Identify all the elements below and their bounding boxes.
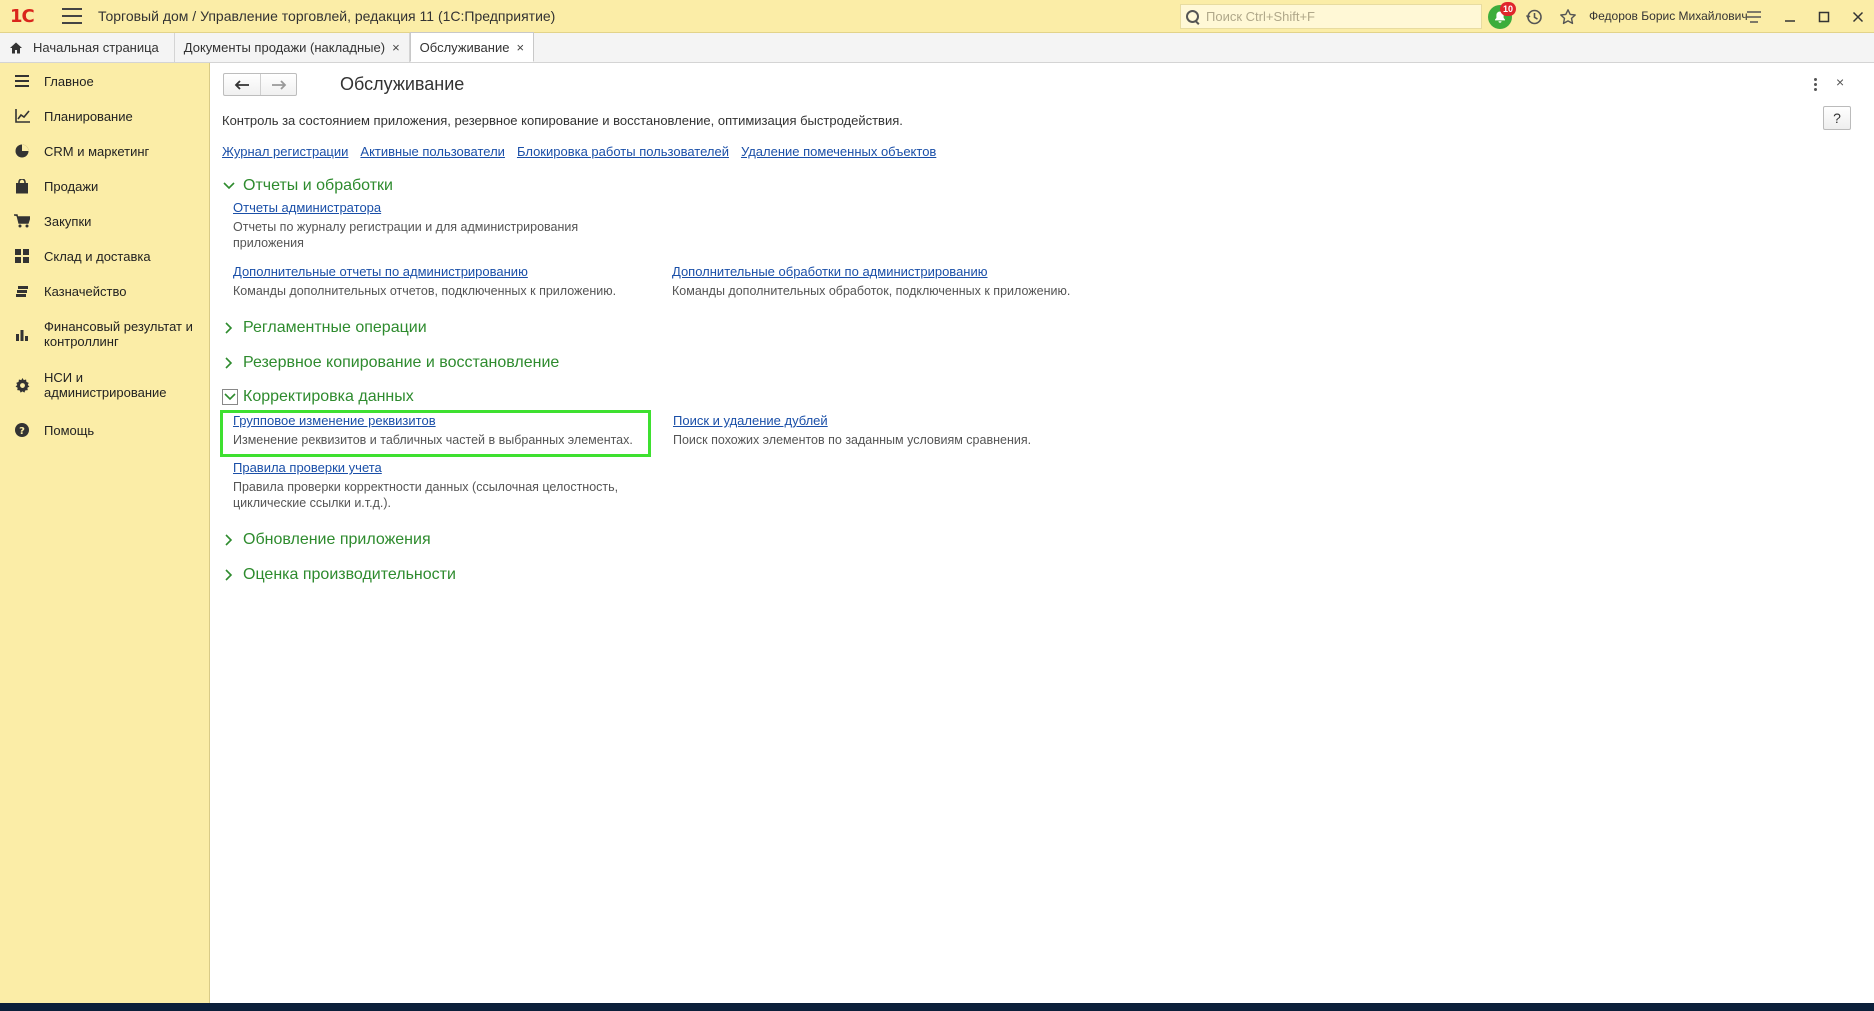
item-group-attribute-change: Групповое изменение реквизитов Изменение… <box>233 413 653 448</box>
link-delete-marked[interactable]: Удаление помеченных объектов <box>741 144 936 159</box>
chevron-down-icon <box>222 389 238 405</box>
back-arrow-icon[interactable] <box>224 74 260 95</box>
pie-chart-icon <box>14 143 30 159</box>
question-icon: ? <box>14 422 30 438</box>
item-description: Команды дополнительных обработок, подклю… <box>672 284 1071 298</box>
page-title: Обслуживание <box>340 74 465 94</box>
forward-arrow-icon[interactable] <box>260 74 296 95</box>
item-accounting-check-rules: Правила проверки учета Правила проверки … <box>233 460 653 511</box>
link-admin-reports[interactable]: Отчеты администратора <box>233 200 381 215</box>
search-input[interactable] <box>1206 9 1481 24</box>
link-accounting-check-rules[interactable]: Правила проверки учета <box>233 460 382 475</box>
link-event-log[interactable]: Журнал регистрации <box>222 144 348 159</box>
link-extra-reports[interactable]: Дополнительные отчеты по администрирован… <box>233 264 528 279</box>
item-extra-processing: Дополнительные обработки по администриро… <box>672 264 1152 299</box>
search-icon <box>1186 9 1200 24</box>
link-block-users[interactable]: Блокировка работы пользователей <box>517 144 729 159</box>
favorites-star-icon[interactable] <box>1558 7 1578 27</box>
help-button[interactable]: ? <box>1823 106 1851 130</box>
user-name[interactable]: Федоров Борис Михайлович <box>1589 9 1748 23</box>
history-icon[interactable] <box>1524 7 1544 27</box>
page-description: Контроль за состоянием приложения, резер… <box>222 113 903 128</box>
sidebar-item-sales[interactable]: Продажи <box>0 176 98 196</box>
tab-sales-documents[interactable]: Документы продажи (накладные) × <box>175 33 410 62</box>
menu-lines-icon <box>14 73 30 89</box>
sidebar-item-nsi-admin[interactable]: НСИ и администрирование <box>0 368 169 402</box>
main-content: Обслуживание × ? Контроль за состоянием … <box>211 63 1874 1003</box>
item-admin-reports: Отчеты администратора Отчеты по журналу … <box>233 200 653 251</box>
sidebar-item-main[interactable]: Главное <box>0 71 94 91</box>
chevron-right-icon <box>222 568 236 582</box>
coins-icon <box>14 283 30 299</box>
tab-close-icon[interactable]: × <box>516 40 524 55</box>
tab-label: Начальная страница <box>33 40 159 55</box>
chevron-down-icon <box>222 179 236 193</box>
settings-menu-icon[interactable] <box>1743 6 1765 28</box>
section-app-update[interactable]: Обновление приложения <box>222 531 431 549</box>
item-description: Команды дополнительных отчетов, подключе… <box>233 284 617 298</box>
minimize-icon[interactable] <box>1779 6 1801 28</box>
tab-label: Документы продажи (накладные) <box>183 40 386 55</box>
bar-chart-icon <box>14 326 30 342</box>
chevron-right-icon <box>222 533 236 547</box>
tab-home[interactable]: Начальная страница <box>0 33 175 62</box>
tab-label: Обслуживание <box>419 39 510 55</box>
global-search[interactable] <box>1180 4 1482 29</box>
title-bar: 1С Торговый дом / Управление торговлей, … <box>0 0 1874 33</box>
item-description: Правила проверки корректности данных (сс… <box>233 480 619 510</box>
app-logo[interactable]: 1С <box>10 5 48 27</box>
sidebar-item-help[interactable]: ? Помощь <box>0 420 94 440</box>
chevron-right-icon <box>222 356 236 370</box>
section-performance[interactable]: Оценка производительности <box>222 566 456 584</box>
sidebar-item-treasury[interactable]: Казначейство <box>0 281 126 301</box>
link-active-users[interactable]: Активные пользователи <box>360 144 505 159</box>
sidebar-item-crm[interactable]: CRM и маркетинг <box>0 141 149 161</box>
warehouse-grid-icon <box>14 248 30 264</box>
maximize-icon[interactable] <box>1813 6 1835 28</box>
cart-icon <box>14 213 30 229</box>
app-title: Торговый дом / Управление торговлей, ред… <box>98 8 556 24</box>
link-duplicates-search[interactable]: Поиск и удаление дублей <box>673 413 828 428</box>
os-taskbar <box>0 1003 1874 1011</box>
item-description: Отчеты по журналу регистрации и для адми… <box>233 220 579 250</box>
item-extra-reports: Дополнительные отчеты по администрирован… <box>233 264 653 299</box>
top-links: Журнал регистрации Активные пользователи… <box>222 144 936 159</box>
link-group-attribute-change[interactable]: Групповое изменение реквизитов <box>233 413 436 428</box>
sidebar-item-planning[interactable]: Планирование <box>0 106 133 126</box>
sections-panel: Главное Планирование CRM и маркетинг Про… <box>0 63 210 1003</box>
home-icon <box>10 42 22 53</box>
item-description: Изменение реквизитов и табличных частей … <box>233 433 633 447</box>
main-menu-icon[interactable] <box>62 8 82 24</box>
section-backup-restore[interactable]: Резервное копирование и восстановление <box>222 354 559 372</box>
sidebar-item-purchases[interactable]: Закупки <box>0 211 91 231</box>
more-actions-icon[interactable] <box>1807 74 1823 94</box>
window-close-icon[interactable] <box>1847 6 1869 28</box>
sidebar-item-warehouse[interactable]: Склад и доставка <box>0 246 151 266</box>
close-form-icon[interactable]: × <box>1836 74 1844 90</box>
link-extra-processing[interactable]: Дополнительные обработки по администриро… <box>672 264 988 279</box>
tab-close-icon[interactable]: × <box>392 40 400 55</box>
section-data-correction[interactable]: Корректировка данных <box>222 388 414 406</box>
item-description: Поиск похожих элементов по заданным усло… <box>673 433 1032 447</box>
section-routine-operations[interactable]: Регламентные операции <box>222 319 427 337</box>
navigation-buttons <box>223 73 297 96</box>
chart-trend-icon <box>14 108 30 124</box>
svg-text:?: ? <box>19 426 25 437</box>
gear-icon <box>14 377 30 393</box>
shopping-bag-icon <box>14 178 30 194</box>
section-reports[interactable]: Отчеты и обработки <box>222 177 393 195</box>
tab-bar: Начальная страница Документы продажи (на… <box>0 32 1874 63</box>
item-duplicates-search: Поиск и удаление дублей Поиск похожих эл… <box>673 413 1093 448</box>
logo-text: 1С <box>10 5 35 27</box>
chevron-right-icon <box>222 321 236 335</box>
sidebar-item-financial-result[interactable]: Финансовый результат и контроллинг <box>0 317 204 351</box>
tab-maintenance[interactable]: Обслуживание × <box>409 32 535 62</box>
notifications-count-badge: 10 <box>1500 2 1516 16</box>
